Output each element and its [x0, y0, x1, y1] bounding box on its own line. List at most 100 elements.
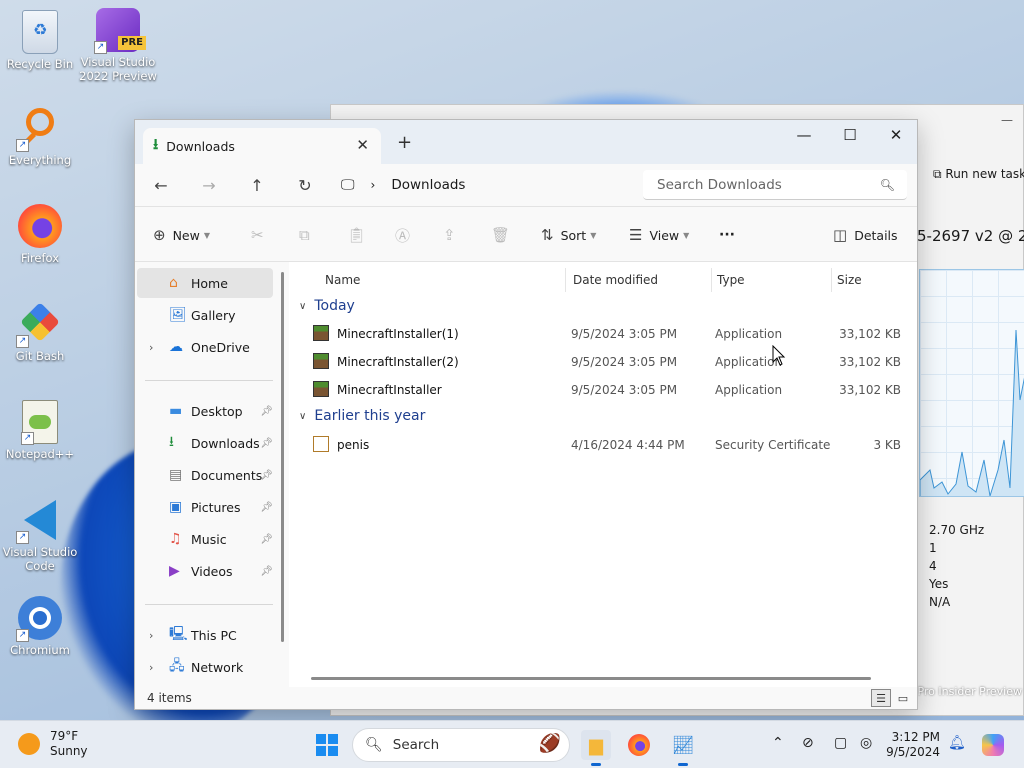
title-bar[interactable]: ⭳ Downloads ✕ + — ☐ ✕ — [135, 120, 917, 164]
file-type: Security Certificate — [715, 438, 831, 452]
file-name: MinecraftInstaller(2) — [337, 355, 459, 369]
details-view-button[interactable]: ☰ — [871, 689, 891, 707]
delete-button[interactable]: 🗑︎ — [491, 221, 517, 249]
maximize-button[interactable]: ☐ — [827, 120, 873, 150]
tiles-view-button[interactable]: ▭ — [893, 689, 913, 707]
column-divider[interactable] — [565, 268, 566, 292]
copilot-button[interactable] — [978, 730, 1008, 760]
desktop-icon-notepad-plus-plus[interactable]: ↗ Notepad++ — [0, 400, 80, 461]
nav-item-pictures[interactable]: ▣ Pictures 📌︎ — [137, 492, 273, 522]
paste-button[interactable]: 📋︎ — [347, 221, 373, 249]
column-header-type[interactable]: Type — [717, 268, 745, 292]
desktop-icon-visual-studio[interactable]: PRE ↗ Visual Studio 2022 Preview — [78, 8, 158, 83]
firefox-icon — [628, 734, 650, 756]
forward-button[interactable]: → — [195, 172, 223, 198]
weather-temperature: 79°F — [50, 729, 79, 743]
minimize-icon[interactable]: — — [1001, 113, 1013, 127]
recycle-bin-icon: ♻ — [22, 10, 58, 54]
details-pane-button[interactable]: ◫ Details — [833, 221, 898, 249]
nav-item-this-pc[interactable]: › 🖳 This PC — [137, 620, 273, 650]
minimize-button[interactable]: — — [781, 120, 827, 150]
system-clock[interactable]: 3:12 PM 9/5/2024 — [884, 730, 940, 760]
nav-item-music[interactable]: ♫ Music 📌︎ — [137, 524, 273, 554]
column-header-size[interactable]: Size — [837, 268, 862, 292]
file-row[interactable]: MinecraftInstaller(2) 9/5/2024 3:05 PM A… — [295, 348, 911, 376]
computer-icon: 🖳 — [169, 626, 188, 642]
desktop-icon-vscode[interactable]: ↗ Visual Studio Code — [0, 498, 80, 573]
taskbar-task-manager[interactable]: 📈︎ — [668, 730, 698, 766]
display-icon[interactable]: ▢ — [834, 735, 847, 751]
more-options-button[interactable]: ··· — [719, 221, 735, 249]
desktop-icon-git-bash[interactable]: ↗ Git Bash — [0, 302, 80, 363]
rename-button[interactable]: Ⓐ — [395, 221, 417, 249]
nav-item-downloads[interactable]: ⭳ Downloads 📌︎ — [137, 428, 273, 458]
weather-widget[interactable]: 79°F Sunny — [18, 729, 88, 759]
up-button[interactable]: ↑ — [243, 172, 271, 198]
search-icon: 🔍︎ — [365, 737, 383, 753]
search-input[interactable]: Search Downloads 🔍︎ — [643, 170, 907, 200]
close-tab-icon[interactable]: ✕ — [356, 136, 369, 154]
breadcrumb[interactable]: 🖵 › Downloads — [341, 170, 631, 200]
nav-item-documents[interactable]: ▤ Documents 📌︎ — [137, 460, 273, 490]
file-row[interactable]: MinecraftInstaller(1) 9/5/2024 3:05 PM A… — [295, 320, 911, 348]
run-new-task-button[interactable]: ⧉ Run new task — [933, 167, 1024, 182]
chevron-right-icon[interactable]: › — [149, 341, 153, 354]
chevron-right-icon[interactable]: › — [149, 629, 153, 642]
back-button[interactable]: ← — [147, 172, 175, 198]
copy-button[interactable]: ⧉ — [299, 221, 317, 249]
tab-downloads[interactable]: ⭳ Downloads ✕ — [143, 128, 381, 164]
nav-item-onedrive[interactable]: › ☁ OneDrive — [137, 332, 273, 362]
column-divider[interactable] — [831, 268, 832, 292]
pin-icon: 📌︎ — [260, 501, 273, 513]
file-size: 33,102 KB — [839, 383, 901, 397]
group-header-earlier-this-year[interactable]: ∨ Earlier this year — [299, 408, 425, 424]
nav-item-videos[interactable]: ▶ Videos 📌︎ — [137, 556, 273, 586]
file-explorer-window[interactable]: ⭳ Downloads ✕ + — ☐ ✕ ← → ↑ ↻ 🖵 › Downlo… — [134, 119, 918, 710]
new-tab-button[interactable]: + — [397, 132, 412, 153]
command-bar: ⊕ New ▼ ✂ ⧉ 📋︎ Ⓐ ⇪ 🗑︎ ⇅ Sort ▼ ☰ View ▼ … — [135, 206, 917, 262]
view-button[interactable]: ☰ View ▼ — [629, 221, 689, 249]
pin-icon: 📌︎ — [260, 437, 273, 449]
desktop-icon-everything[interactable]: ↗ Everything — [0, 106, 80, 167]
taskbar-search[interactable]: 🔍︎ Search 🏈 — [352, 728, 570, 762]
windows-logo-icon — [316, 734, 338, 756]
column-header-name[interactable]: Name — [325, 268, 360, 292]
column-divider[interactable] — [711, 268, 712, 292]
sort-button[interactable]: ⇅ Sort ▼ — [541, 221, 596, 249]
taskbar-firefox[interactable] — [624, 730, 654, 760]
new-button[interactable]: ⊕ New ▼ — [153, 221, 210, 249]
desktop-icon-recycle-bin[interactable]: ♻ Recycle Bin — [0, 10, 80, 71]
breadcrumb-downloads[interactable]: Downloads — [391, 177, 465, 193]
nav-item-desktop[interactable]: ▬ Desktop 📌︎ — [137, 396, 273, 426]
cut-button[interactable]: ✂ — [251, 221, 271, 249]
group-label: Earlier this year — [314, 408, 426, 424]
sort-label: Sort — [560, 227, 587, 243]
preview-badge: PRE — [118, 36, 146, 50]
group-header-today[interactable]: ∨ Today — [299, 298, 355, 314]
notification-bell-icon[interactable]: 🔔︎ — [948, 735, 966, 751]
chevron-up-icon[interactable]: ⌃ — [772, 735, 784, 751]
nav-item-gallery[interactable]: 🖼︎ Gallery — [137, 300, 273, 330]
column-header-date[interactable]: Date modified — [573, 268, 658, 292]
desktop-icon-firefox[interactable]: Firefox — [0, 204, 80, 265]
rename-icon: Ⓐ — [395, 226, 411, 245]
file-row[interactable]: MinecraftInstaller 9/5/2024 3:05 PM Appl… — [295, 376, 911, 404]
taskbar-file-explorer[interactable]: ▆ — [581, 730, 611, 766]
volume-icon[interactable]: ◎ — [860, 735, 872, 751]
network-offline-icon[interactable]: ⊘ — [802, 735, 814, 751]
shortcut-arrow-icon: ↗ — [21, 432, 34, 445]
horizontal-scrollbar[interactable] — [311, 677, 871, 680]
nav-divider — [145, 380, 273, 381]
file-row[interactable]: penis 4/16/2024 4:44 PM Security Certifi… — [295, 431, 911, 459]
shortcut-arrow-icon: ↗ — [94, 41, 107, 54]
nav-item-network[interactable]: › 🖧 Network — [137, 652, 273, 682]
chevron-right-icon[interactable]: › — [149, 661, 153, 674]
desktop-icon-chromium[interactable]: ↗ Chromium — [0, 596, 80, 657]
nav-item-home[interactable]: ⌂ Home — [137, 268, 273, 298]
folder-icon: ▆ — [589, 734, 603, 756]
refresh-button[interactable]: ↻ — [291, 172, 319, 198]
share-button[interactable]: ⇪ — [443, 221, 463, 249]
start-button[interactable] — [312, 730, 342, 760]
nav-scrollbar[interactable] — [281, 272, 284, 642]
close-button[interactable]: ✕ — [873, 120, 919, 150]
